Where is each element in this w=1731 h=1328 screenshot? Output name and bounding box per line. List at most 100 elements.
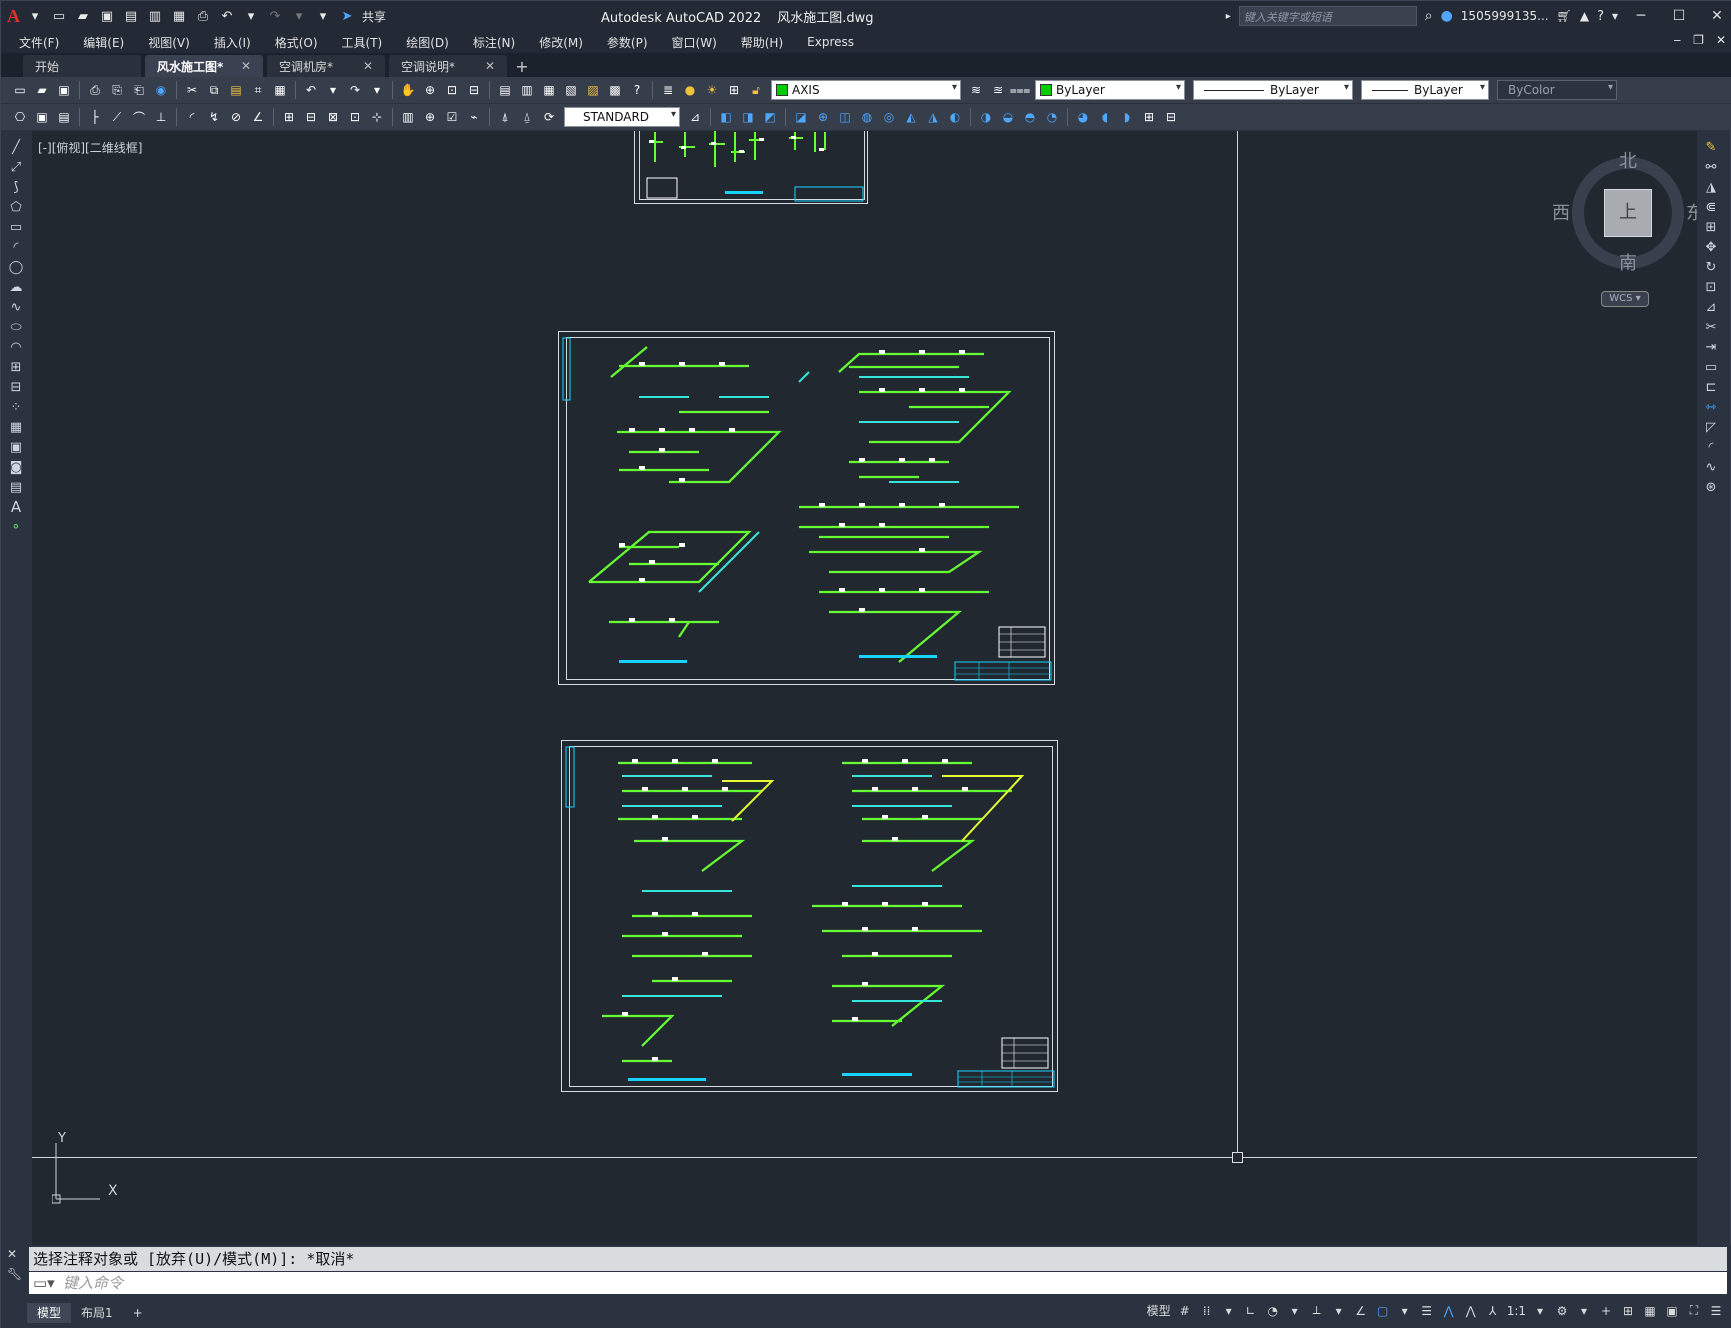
redo-icon[interactable]: ↷ [266,7,284,25]
line-icon[interactable]: ╱ [7,138,25,156]
menu-file[interactable]: 文件(F) [19,34,59,51]
wedge-icon[interactable]: ◮ [924,108,942,126]
interfere-icon[interactable]: ◓ [1021,108,1039,126]
materials-icon[interactable]: ◖ [1096,108,1114,126]
help-dropdown-icon[interactable]: ▾ [1612,9,1618,23]
publish-icon[interactable]: ⎗ [130,81,148,99]
open-web-icon[interactable]: ▥ [146,7,164,25]
linear-dim-icon[interactable]: ├ [86,108,104,126]
search-input[interactable]: 键入关键字或短语 [1238,6,1417,26]
point-icon[interactable]: ⁘ [7,398,25,416]
compass-south[interactable]: 南 [1619,249,1637,275]
close-tab-icon[interactable]: ✕ [363,59,373,73]
grid-icon[interactable]: # [1177,1304,1193,1318]
drawing-sheet-top[interactable] [634,131,868,204]
cut-icon[interactable]: ✂ [183,81,201,99]
explode-icon[interactable]: ⊛ [1702,478,1720,496]
mtext-icon[interactable]: A [7,498,25,516]
object-snap-tracking-icon[interactable]: ∠ [1353,1304,1369,1318]
open-icon[interactable]: ▰ [33,81,51,99]
break-icon[interactable]: ⊏ [1702,378,1720,396]
search-expand-icon[interactable]: ▸ [1226,11,1231,22]
doc-restore-icon[interactable]: ❐ [1693,33,1704,47]
sphere-icon[interactable]: ◍ [858,108,876,126]
ellipse-icon[interactable]: ⬭ [7,318,25,336]
plotstyle-dropdown[interactable]: ByColor ▾ [1497,80,1617,100]
undo-dropdown-icon[interactable]: ▾ [242,7,260,25]
join-icon[interactable]: ⇿ [1702,398,1720,416]
imprint-icon[interactable]: ◔ [1043,108,1061,126]
new-file-icon[interactable]: ▭ [50,7,68,25]
region-icon[interactable]: ◙ [7,458,25,476]
layer-state-icon[interactable]: ⩶ [1010,81,1031,99]
autodesk-app-icon[interactable]: ▲ [1580,9,1589,23]
fillet-icon[interactable]: ◜ [1702,438,1720,456]
table-icon[interactable]: ▤ [7,478,25,496]
doc-close-icon[interactable]: ✕ [1716,33,1726,47]
layer-dropdown[interactable]: AXIS ▾ [771,80,961,100]
annotation-scale-value[interactable]: 1:1 [1507,1304,1526,1318]
close-tab-icon[interactable]: ✕ [241,59,251,73]
polar-icon[interactable]: ◔ [1265,1304,1281,1318]
polar-dropdown-icon[interactable]: ▾ [1287,1304,1303,1318]
make-block-icon[interactable]: ⊟ [7,378,25,396]
workspace-dropdown-icon[interactable]: ▾ [1576,1304,1592,1318]
ordinate-dim-icon[interactable]: ⊥ [152,108,170,126]
markup-icon[interactable]: ▨ [584,81,602,99]
units-icon[interactable]: ⊞ [1620,1304,1636,1318]
menu-draw[interactable]: 绘图(D) [406,34,449,51]
menu-insert[interactable]: 插入(I) [214,34,251,51]
new-icon[interactable]: ▭ [11,81,29,99]
stretch-icon[interactable]: ⊿ [1702,298,1720,316]
menu-tools[interactable]: 工具(T) [342,34,383,51]
presspull-icon[interactable]: ⊕ [814,108,832,126]
render-icon[interactable]: ◕ [1074,108,1092,126]
crosshair-grip[interactable] [1232,1152,1243,1163]
ellipse-arc-icon[interactable]: ◠ [7,338,25,356]
layer-freeze-icon[interactable]: ☀ [703,81,721,99]
plot-icon[interactable]: ⎙ [86,81,104,99]
menu-parametric[interactable]: 参数(P) [607,34,648,51]
isodraft-dropdown-icon[interactable]: ▾ [1331,1304,1347,1318]
polyline-icon[interactable]: ⟆ [7,178,25,196]
center-mark-icon[interactable]: ⊕ [421,108,439,126]
redo-dropdown-icon[interactable]: ▾ [368,81,386,99]
maximize-icon[interactable]: ☐ [1664,8,1694,24]
new-tab-icon[interactable]: + [511,59,533,77]
undo-icon[interactable]: ↶ [218,7,236,25]
undo-icon[interactable]: ↶ [302,81,320,99]
offset-icon[interactable]: ⋐ [1702,198,1720,216]
menu-express[interactable]: Express [807,35,854,49]
share-button[interactable]: 共享 [362,8,386,25]
search-icon[interactable]: ⌕ [1425,8,1433,24]
hatch-icon[interactable]: ▦ [7,418,25,436]
zoom-previous-icon[interactable]: ⊟ [465,81,483,99]
close-icon[interactable]: ✕ [7,1247,22,1261]
undo-dropdown-icon[interactable]: ▾ [324,81,342,99]
model-space-button[interactable]: 模型 [1147,1302,1171,1319]
break-at-point-icon[interactable]: ▭ [1702,358,1720,376]
extend-icon[interactable]: ⇥ [1702,338,1720,356]
save-web-icon[interactable]: ▦ [170,7,188,25]
user-name[interactable]: 1505999135... [1461,9,1549,23]
tool-palettes-icon[interactable]: ▦ [540,81,558,99]
layer-viewport-icon[interactable]: ⊞ [725,81,743,99]
compass-west[interactable]: 西 [1552,199,1570,225]
cone-icon[interactable]: ◭ [902,108,920,126]
menu-view[interactable]: 视图(V) [148,34,190,51]
customize-icon[interactable]: 🔧︎ [7,1267,22,1281]
array-icon[interactable]: ⊞ [1702,218,1720,236]
gradient-icon[interactable]: ▣ [7,438,25,456]
menu-dimension[interactable]: 标注(N) [473,34,515,51]
tab-model[interactable]: 模型 [27,1302,72,1323]
save-icon[interactable]: ▣ [55,81,73,99]
cylinder-icon[interactable]: ◎ [880,108,898,126]
customize-status-icon[interactable]: ☰ [1708,1304,1724,1318]
box-icon[interactable]: ◫ [836,108,854,126]
app-menu-icon[interactable]: A [7,6,20,27]
multiline-icon[interactable]: ▤ [55,108,73,126]
redo-dropdown-icon[interactable]: ▾ [290,7,308,25]
layer-properties-icon[interactable]: ≣ [659,81,677,99]
diameter-dim-icon[interactable]: ⊘ [227,108,245,126]
layer-previous-icon[interactable]: ≊ [989,81,1007,99]
